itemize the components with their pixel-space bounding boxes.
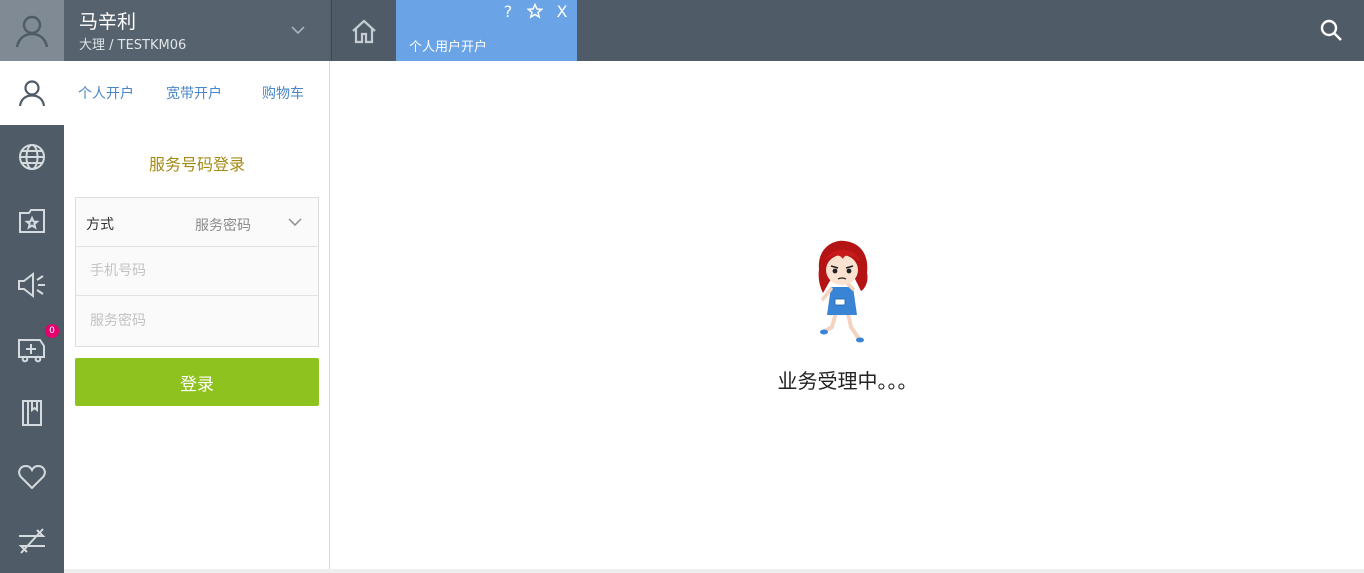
sidebar-item-folder[interactable] (0, 189, 64, 253)
subnav-broadband-account[interactable]: 宽带开户 (166, 83, 222, 103)
tab-label: 个人用户开户 (409, 40, 488, 55)
star-icon[interactable] (527, 3, 543, 19)
user-location: 大理 / TESTKM06 (79, 38, 187, 53)
sidebar-item-user[interactable] (0, 61, 64, 125)
user-info[interactable]: 马辛利 大理 / TESTKM06 (64, 0, 330, 61)
loading-status-text: 业务受理中。。。 (777, 369, 918, 393)
mascot-illustration (818, 240, 868, 343)
login-form: 方式 服务密码 (75, 197, 319, 347)
method-select[interactable]: 方式 服务密码 (76, 198, 318, 247)
password-input[interactable] (76, 296, 318, 345)
subnav-shopping-cart[interactable]: 购物车 (262, 83, 304, 103)
chevron-down-icon[interactable] (290, 22, 306, 38)
phone-input[interactable] (76, 247, 318, 295)
sidebar-item-cart[interactable]: 0 (0, 317, 64, 381)
folder-star-icon (19, 209, 45, 233)
cart-badge: 0 (45, 324, 59, 338)
main-content: 业务受理中。。。 (331, 61, 1364, 571)
subnav-personal-account[interactable]: 个人开户 (78, 83, 134, 103)
sidebar-item-announce[interactable] (0, 253, 64, 317)
phone-row (76, 247, 318, 296)
user-name: 马辛利 (79, 11, 137, 33)
sidebar-item-book[interactable] (0, 381, 64, 445)
megaphone-icon (18, 271, 45, 299)
home-icon (352, 19, 376, 43)
password-row (76, 296, 318, 345)
tab-actions: ? X (499, 2, 571, 21)
sub-navigation: 个人开户 宽带开户 购物车 (64, 83, 330, 103)
sidebar-item-globe[interactable] (0, 125, 64, 189)
login-button[interactable]: 登录 (75, 358, 319, 406)
tab-personal-account[interactable]: ? X 个人用户开户 (396, 0, 577, 61)
globe-icon (19, 144, 45, 170)
top-bar: 马辛利 大理 / TESTKM06 ? X 个人用户开户 (0, 0, 1364, 61)
sidebar-item-favorite[interactable] (0, 445, 64, 509)
chevron-down-icon (288, 218, 302, 226)
method-value: 服务密码 (195, 218, 251, 234)
sidebar-item-switch[interactable] (0, 509, 64, 573)
user-avatar-icon (15, 15, 49, 47)
icon-sidebar: 0 (0, 61, 64, 573)
user-icon (18, 80, 46, 107)
login-title: 服务号码登录 (148, 155, 245, 174)
swap-icon (18, 528, 46, 554)
login-panel: 个人开户 宽带开户 购物车 服务号码登录 方式 服务密码 登录 (64, 61, 330, 571)
search-icon (1320, 19, 1342, 41)
search-button[interactable] (1310, 10, 1352, 50)
book-icon (22, 400, 42, 426)
heart-icon (18, 464, 46, 490)
help-icon[interactable]: ? (499, 2, 517, 21)
close-icon[interactable]: X (553, 2, 571, 21)
method-label: 方式 (86, 217, 114, 233)
home-button[interactable] (331, 0, 396, 61)
bottom-divider (64, 569, 1364, 573)
avatar[interactable] (0, 0, 64, 61)
cart-plus-icon (18, 339, 45, 363)
